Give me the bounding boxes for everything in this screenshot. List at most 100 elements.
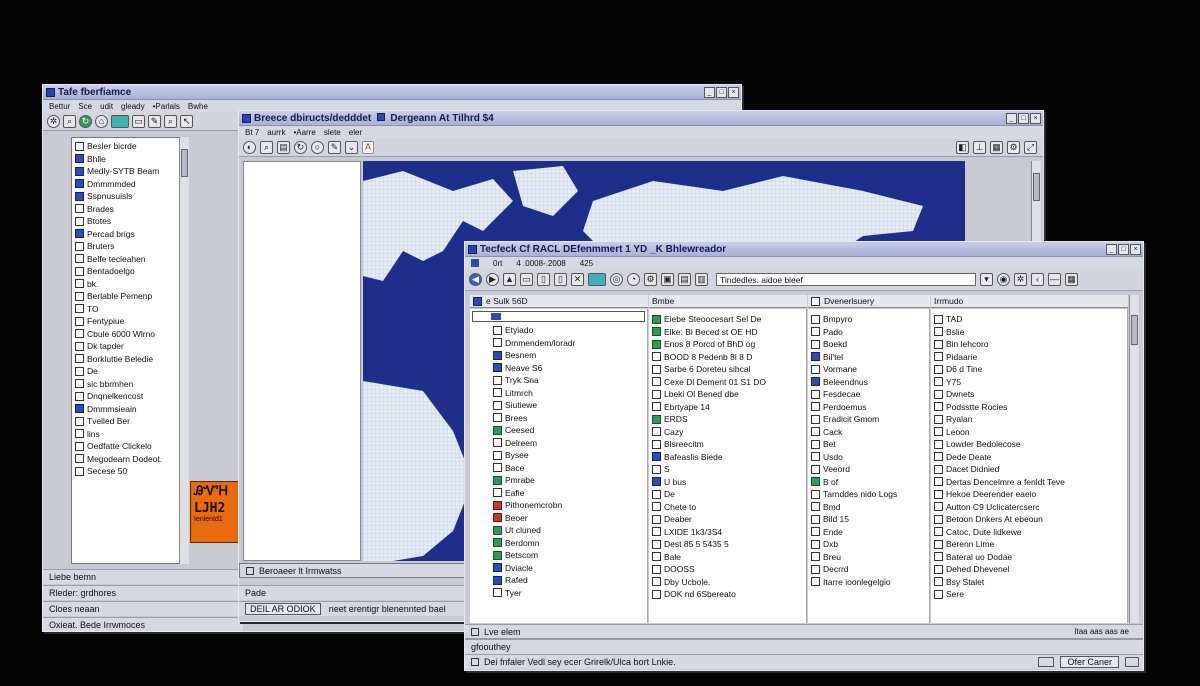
list-item[interactable]: Neave S6 [490, 362, 647, 375]
list-item[interactable]: Beoer [490, 512, 647, 525]
list-item[interactable]: Ryalan [931, 413, 1127, 426]
list-item[interactable]: B of [808, 476, 929, 489]
list-item[interactable]: Decrrd [808, 563, 929, 576]
list-item[interactable]: Delreem [490, 437, 647, 450]
list-item[interactable]: De [72, 365, 188, 378]
list-item[interactable]: Megodearn Dodeot. [72, 453, 188, 466]
menu-item[interactable]: udit [100, 102, 113, 111]
minimize-button[interactable]: _ [1106, 243, 1117, 255]
print-icon[interactable]: ▦ [990, 140, 1003, 154]
list-item[interactable]: Berlable Pemenp [72, 290, 188, 303]
back-icon[interactable]: ◀ [469, 273, 482, 286]
list-item[interactable]: Cbule 6000 Wlrno [72, 328, 188, 341]
menu-item[interactable]: 0rt [493, 259, 502, 268]
list-item[interactable]: Dk tapder [72, 340, 188, 353]
list-item[interactable]: Brees [490, 412, 647, 425]
list-item[interactable]: Bateral uo Dodae [931, 551, 1127, 564]
list-item[interactable]: Cexe Dl Dement 01 S1 DO [649, 376, 806, 389]
go-icon[interactable]: ◉ [997, 273, 1010, 286]
list-item[interactable]: Ebrtyape 14 [649, 401, 806, 414]
find-icon[interactable]: ⌕ [164, 114, 177, 128]
list-item[interactable]: DOK nd 6Sbereato [649, 588, 806, 601]
list-item[interactable]: Berenn Lime [931, 538, 1127, 551]
view-toggle-icon[interactable]: ▥ [695, 273, 708, 286]
list-item[interactable]: Lowder Bedolecose [931, 438, 1127, 451]
refresh-icon[interactable]: ↻ [79, 114, 92, 128]
list-item[interactable]: Fesdecae [808, 388, 929, 401]
list-item[interactable]: Bmd [808, 501, 929, 514]
list-item[interactable]: Btotes [72, 215, 188, 228]
list-item[interactable]: Catoc, Dute lidkewe [931, 526, 1127, 539]
list-item[interactable]: Bentadoelgo [72, 265, 188, 278]
list-item[interactable]: Podsstte Rocies [931, 401, 1127, 414]
list-item[interactable]: Secese 50 [72, 465, 188, 478]
settings-icon[interactable]: ✲ [1014, 273, 1027, 286]
menu-item[interactable]: 425 [580, 259, 593, 268]
list-item[interactable]: Bale [649, 551, 806, 564]
menu-item[interactable]: slete [324, 128, 341, 137]
views-icon[interactable] [588, 273, 606, 286]
list-item[interactable]: Bhlle [72, 153, 188, 166]
list-item[interactable]: Dviacle [490, 562, 647, 575]
list-item[interactable]: Dmmendem/loradr [490, 337, 647, 350]
list-item[interactable]: Eiebe Steoocesart Sel De [649, 313, 806, 326]
menu-item[interactable]: gleady [121, 102, 145, 111]
menu-item[interactable]: Bwhe [188, 102, 208, 111]
column-select-bar[interactable] [472, 311, 645, 322]
back-arrow-icon[interactable]: ‹ [1031, 273, 1044, 286]
list-item[interactable]: Perdoemus [808, 401, 929, 414]
list-item[interactable]: U bus [649, 476, 806, 489]
list-item[interactable]: Sarbe 6 Doreteu sihcal [649, 363, 806, 376]
list-item[interactable]: Pithonemcrobn [490, 499, 647, 512]
list-item[interactable]: Bin lehcoro [931, 338, 1127, 351]
menu-item[interactable]: eler [349, 128, 362, 137]
list-item[interactable]: Besler bicrde [72, 140, 188, 153]
list-item[interactable]: Belfe tecleahen [72, 253, 188, 266]
refresh-icon[interactable]: ↻ [294, 140, 307, 154]
menu-item[interactable]: •Parlals [153, 102, 180, 111]
list-item[interactable]: Dmmmsieain [72, 403, 188, 416]
pin-icon[interactable]: ⊥ [973, 140, 986, 154]
menu-item[interactable]: aurrk [267, 128, 285, 137]
column-header[interactable]: e Sulk 56D [470, 295, 648, 308]
list-item[interactable]: lins [72, 428, 188, 441]
edit-icon[interactable]: ✎ [148, 114, 161, 128]
resize-icon[interactable] [1125, 657, 1139, 667]
list-scrollbar[interactable] [1129, 295, 1139, 623]
list-item[interactable]: Dede Deate [931, 451, 1127, 464]
close-button[interactable]: × [1130, 243, 1141, 255]
list-item[interactable]: Bslie [931, 326, 1127, 339]
titlebar[interactable]: Tecfeck Cf RACL DEfenmmert 1 YD _K Bhlew… [465, 242, 1143, 257]
list-item[interactable]: Hekoe Deerender eaeio [931, 488, 1127, 501]
tree-scrollbar[interactable] [179, 137, 189, 564]
search-icon[interactable]: ⌕ [63, 114, 76, 128]
search-icon[interactable]: ⌕ [260, 140, 273, 154]
list-item[interactable]: Autton C9 Uclicatercserc [931, 501, 1127, 514]
list-item[interactable]: Ende [808, 526, 929, 539]
menu-item[interactable]: Bt 7 [245, 128, 259, 137]
list-item[interactable]: D6 d Tine [931, 363, 1127, 376]
column-header[interactable]: Irrmudo [931, 295, 1128, 308]
list-item[interactable]: Besnem [490, 349, 647, 362]
globe-icon[interactable]: ◎ [610, 273, 623, 286]
list-item[interactable]: Dest 85 5 5435 5 [649, 538, 806, 551]
list-item[interactable]: Ceesed [490, 424, 647, 437]
status-button[interactable]: DEIL AR ODIOK [245, 603, 321, 615]
list-item[interactable]: De [649, 488, 806, 501]
list-item[interactable]: Sspnusuisls [72, 190, 188, 203]
list-item[interactable]: Bsy Stalet [931, 576, 1127, 589]
minimize-button[interactable]: _ [1006, 112, 1017, 124]
zoom-icon[interactable]: ○ [311, 140, 324, 154]
list-item[interactable]: Dacet Didnied [931, 463, 1127, 476]
list-item[interactable]: Bet [808, 438, 929, 451]
list-item[interactable]: Siutiewe [490, 399, 647, 412]
list-item[interactable]: Medly-SYTB Beam [72, 165, 188, 178]
list-item[interactable]: S [649, 463, 806, 476]
list-item[interactable]: Lbeki Ol Bened dbe [649, 388, 806, 401]
list-item[interactable]: Dmmmmded [72, 178, 188, 191]
list-item[interactable]: Cazy [649, 426, 806, 439]
list-item[interactable]: TAD [931, 313, 1127, 326]
list-item[interactable]: Borkluttie Beledie [72, 353, 188, 366]
list-item[interactable]: Elke: Bl Beced st OE HD [649, 326, 806, 339]
list-item[interactable]: TO [72, 303, 188, 316]
